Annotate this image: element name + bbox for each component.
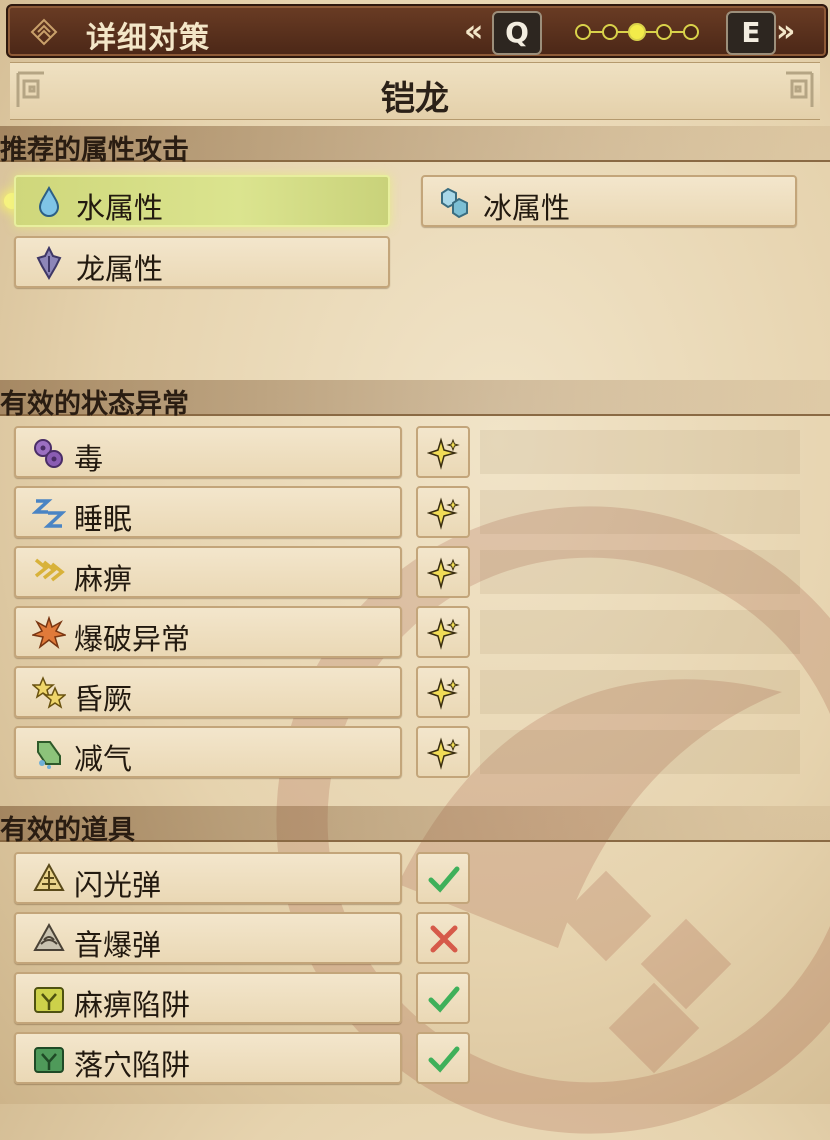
page-dot	[656, 24, 672, 40]
element-dragon-button[interactable]: 龙属性	[14, 236, 390, 288]
section-header-items: 有效的道具	[0, 806, 830, 846]
prev-chevron-icon[interactable]: «	[464, 14, 483, 49]
sonic-bomb-icon	[33, 922, 65, 951]
monster-name-band: 铠龙	[10, 62, 820, 120]
row-stripe	[480, 610, 800, 654]
item-flash-pod-button[interactable]: 闪光弹	[14, 852, 402, 904]
row-stripe	[480, 490, 800, 534]
flash-pod-icon	[33, 862, 65, 891]
pitfall-trap-icon	[34, 1047, 64, 1073]
ice-crystal-icon	[441, 187, 468, 219]
item-label: 闪光弹	[74, 868, 162, 902]
sparkle-star-icon	[427, 737, 460, 770]
page-dot-active	[628, 23, 646, 41]
row-stripe	[480, 730, 800, 774]
ailment-rating	[416, 486, 470, 538]
page-indicator	[575, 23, 699, 41]
sleep-icon	[32, 499, 66, 528]
item-effective-mark	[416, 852, 470, 904]
cross-icon	[430, 925, 458, 953]
weakness-guide-icon	[30, 18, 58, 46]
element-label: 龙属性	[76, 252, 164, 286]
item-shock-trap-button[interactable]: 麻痹陷阱	[14, 972, 402, 1024]
ailment-label: 爆破异常	[74, 622, 191, 656]
paralysis-icon	[34, 558, 65, 582]
ailment-label: 麻痹	[74, 562, 133, 596]
row-stripe	[480, 550, 800, 594]
ailment-sleep-button[interactable]: 睡眠	[14, 486, 402, 538]
next-chevron-icon[interactable]: »	[776, 14, 795, 49]
sparkle-star-icon	[427, 557, 460, 590]
title-bar: 详细对策 « Q E »	[6, 4, 828, 58]
sparkle-star-icon	[427, 437, 460, 470]
page-title: 详细对策	[86, 21, 210, 56]
sparkle-star-icon	[427, 677, 460, 710]
page-dot	[683, 24, 699, 40]
ailment-stun-button[interactable]: 昏厥	[14, 666, 402, 718]
ailment-label: 减气	[74, 742, 133, 776]
ailment-label: 毒	[74, 442, 104, 476]
ailment-blast-button[interactable]: 爆破异常	[14, 606, 402, 658]
item-effective-mark	[416, 912, 470, 964]
row-stripe	[480, 670, 800, 714]
item-label: 落穴陷阱	[74, 1048, 191, 1082]
item-effective-mark	[416, 972, 470, 1024]
check-icon	[428, 986, 460, 1013]
item-label: 麻痹陷阱	[74, 988, 191, 1022]
exhaust-icon	[37, 741, 61, 769]
ailment-rating	[416, 666, 470, 718]
ailment-label: 睡眠	[74, 502, 133, 536]
section-header-ailments: 有效的状态异常	[0, 380, 830, 420]
sparkle-star-icon	[427, 497, 460, 530]
ailment-poison-button[interactable]: 毒	[14, 426, 402, 478]
section-title: 有效的状态异常	[0, 389, 189, 420]
ailment-rating	[416, 726, 470, 778]
ailment-paralysis-button[interactable]: 麻痹	[14, 546, 402, 598]
row-stripe	[480, 430, 800, 474]
page-dot	[575, 24, 591, 40]
water-drop-icon	[38, 185, 60, 217]
ailment-rating	[416, 546, 470, 598]
ailment-exhaust-button[interactable]: 减气	[14, 726, 402, 778]
corner-ornament-icon	[786, 71, 814, 107]
sparkle-star-icon	[427, 617, 460, 650]
page-dot	[602, 24, 618, 40]
check-icon	[428, 1046, 460, 1073]
poison-icon	[34, 439, 63, 468]
element-water-button[interactable]: 水属性	[14, 175, 390, 227]
dragon-icon	[36, 246, 62, 280]
check-icon	[428, 866, 460, 893]
section-title: 推荐的属性攻击	[0, 135, 189, 166]
ailment-rating	[416, 606, 470, 658]
blast-icon	[32, 616, 66, 650]
element-ice-button[interactable]: 冰属性	[421, 175, 797, 227]
element-label: 水属性	[76, 191, 164, 225]
monster-name: 铠龙	[381, 79, 449, 119]
item-sonic-bomb-button[interactable]: 音爆弹	[14, 912, 402, 964]
item-effective-mark	[416, 1032, 470, 1084]
ailment-rating	[416, 426, 470, 478]
prev-page-key-button[interactable]: Q	[492, 11, 542, 55]
next-page-key-button[interactable]: E	[726, 11, 776, 55]
section-title: 有效的道具	[0, 815, 135, 846]
ailment-label: 昏厥	[74, 682, 133, 716]
shock-trap-icon	[34, 987, 64, 1013]
stun-icon	[32, 676, 66, 709]
item-label: 音爆弹	[74, 928, 162, 962]
element-label: 冰属性	[483, 191, 571, 225]
item-pitfall-trap-button[interactable]: 落穴陷阱	[14, 1032, 402, 1084]
section-header-elements: 推荐的属性攻击	[0, 126, 830, 166]
